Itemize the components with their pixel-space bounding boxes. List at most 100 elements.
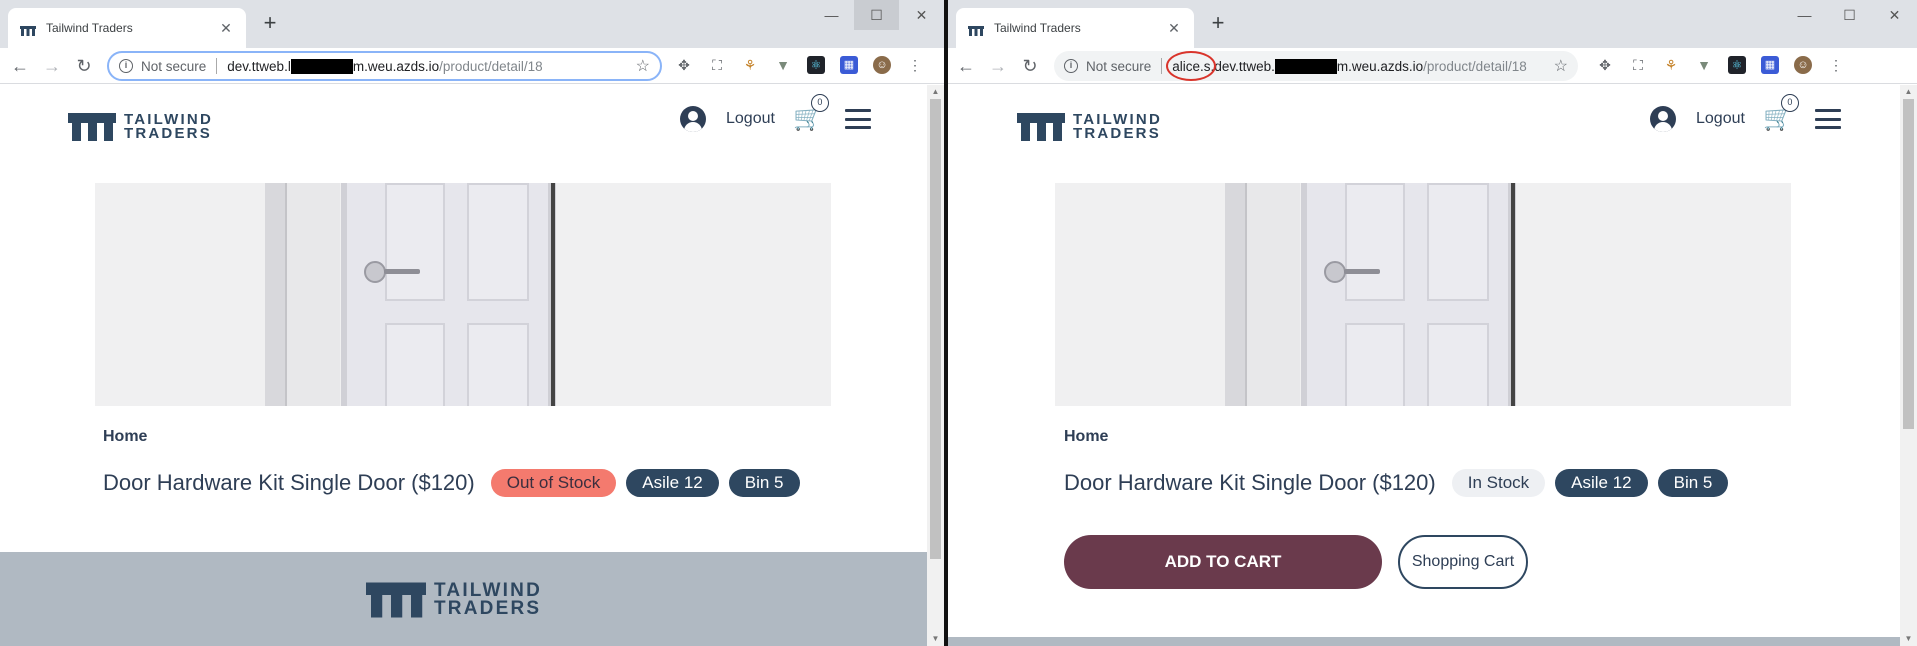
reload-button[interactable]: ↻ (72, 54, 96, 78)
user-avatar-icon[interactable] (680, 106, 706, 132)
forward-button[interactable]: → (40, 54, 64, 78)
grid-extension-icon[interactable]: ▦ (1761, 56, 1779, 74)
logout-link[interactable]: Logout (726, 110, 775, 128)
back-button[interactable]: ← (8, 54, 32, 78)
maximize-button[interactable]: ☐ (854, 0, 899, 30)
close-window-button[interactable]: ✕ (1872, 0, 1917, 30)
menu-kebab-icon[interactable]: ⋮ (906, 56, 924, 74)
logout-link[interactable]: Logout (1696, 110, 1745, 128)
logo-mark-icon (68, 113, 116, 141)
address-bar[interactable]: i Not secure dev.ttweb.l m.weu.azds.io /… (107, 51, 662, 81)
bin-badge: Bin 5 (728, 469, 800, 497)
door-knob-icon (364, 261, 386, 283)
tailwind-logo[interactable]: TAILWIND TRADERS (68, 112, 213, 141)
logo-mark-icon (1017, 113, 1065, 141)
bookmark-star-icon[interactable]: ☆ (1554, 56, 1568, 76)
profile-avatar-icon[interactable]: ☺ (873, 56, 891, 74)
tailwind-favicon-icon (20, 23, 36, 36)
breadcrumb-home[interactable]: Home (1064, 428, 1108, 446)
address-bar[interactable]: i Not secure alice.s. dev.ttweb. m.weu.a… (1054, 51, 1578, 81)
reload-button[interactable]: ↻ (1018, 54, 1042, 78)
stock-status-badge: Out of Stock (490, 469, 617, 497)
browser-toolbar: ← → ↻ i Not secure dev.ttweb.l m.weu.azd… (0, 48, 944, 84)
extensions-bar: ✥ ⛶ ⚘ ▼ ⚛ ▦ ☺ ⋮ (675, 56, 924, 74)
product-info-row: Door Hardware Kit Single Door ($120) In … (1064, 469, 1729, 497)
vue-devtools-icon[interactable]: ▼ (774, 56, 792, 74)
new-tab-button[interactable]: + (1206, 12, 1230, 36)
cart-icon[interactable]: 🛒 0 (793, 94, 829, 132)
url-path: /product/detail/18 (439, 58, 543, 74)
scroll-up-icon[interactable]: ▲ (1900, 85, 1917, 99)
minimize-button[interactable]: — (809, 0, 854, 30)
tab-title: Tailwind Traders (994, 21, 1081, 35)
browser-tab[interactable]: Tailwind Traders ✕ (8, 8, 246, 48)
not-secure-label: Not secure (1086, 58, 1152, 74)
add-to-cart-button[interactable]: ADD TO CART (1064, 535, 1382, 589)
logo-wordmark: TAILWIND TRADERS (1073, 111, 1162, 142)
back-button[interactable]: ← (954, 54, 978, 78)
basket-extension-icon[interactable]: ⚘ (741, 56, 759, 74)
browser-toolbar: ← → ↻ i Not secure alice.s. dev.ttweb. m… (948, 48, 1917, 84)
tab-close-icon[interactable]: ✕ (218, 20, 234, 37)
window-controls: — ☐ ✕ (1782, 0, 1917, 30)
user-avatar-icon[interactable] (1650, 106, 1676, 132)
product-info-row: Door Hardware Kit Single Door ($120) Out… (103, 469, 800, 497)
basket-extension-icon[interactable]: ⚘ (1662, 56, 1680, 74)
bookmark-star-icon[interactable]: ☆ (636, 56, 650, 76)
maximize-button[interactable]: ☐ (1827, 0, 1872, 30)
scroll-thumb[interactable] (1903, 99, 1914, 429)
separator (216, 58, 218, 74)
cart-icon[interactable]: 🛒 0 (1763, 94, 1799, 132)
move-icon[interactable]: ✥ (675, 56, 693, 74)
scroll-thumb[interactable] (930, 99, 941, 559)
vertical-scrollbar[interactable]: ▲ ▼ (927, 85, 944, 646)
vertical-scrollbar[interactable]: ▲ ▼ (1900, 85, 1917, 646)
url-host-end: m.weu.azds.io (352, 58, 440, 74)
react-devtools-icon[interactable]: ⚛ (1728, 56, 1746, 74)
footer-logo[interactable]: TAILWIND TRADERS (366, 580, 543, 619)
screenshot-icon[interactable]: ⛶ (708, 56, 726, 74)
not-secure-label: Not secure (141, 58, 207, 74)
scroll-down-icon[interactable]: ▼ (927, 632, 944, 646)
menu-kebab-icon[interactable]: ⋮ (1827, 56, 1845, 74)
forward-button[interactable]: → (986, 54, 1010, 78)
move-icon[interactable]: ✥ (1596, 56, 1614, 74)
user-bar: Logout 🛒 0 (680, 94, 871, 132)
hamburger-menu-icon[interactable] (844, 109, 871, 129)
extensions-bar: ✥ ⛶ ⚘ ▼ ⚛ ▦ ☺ ⋮ (1596, 56, 1845, 74)
profile-avatar-icon[interactable]: ☺ (1794, 56, 1812, 74)
info-icon[interactable]: i (119, 59, 133, 73)
tailwind-favicon-icon (968, 23, 984, 36)
tab-close-icon[interactable]: ✕ (1166, 20, 1182, 37)
cart-count-badge: 0 (810, 94, 829, 112)
vue-devtools-icon[interactable]: ▼ (1695, 56, 1713, 74)
scroll-up-icon[interactable]: ▲ (927, 85, 944, 99)
breadcrumb-home[interactable]: Home (103, 428, 147, 446)
door-image (1301, 183, 1516, 406)
aisle-badge: Asile 12 (1555, 469, 1648, 497)
redacted-block (290, 58, 353, 74)
minimize-button[interactable]: — (1782, 0, 1827, 30)
tailwind-logo[interactable]: TAILWIND TRADERS (1017, 111, 1162, 142)
user-bar: Logout 🛒 0 (1650, 94, 1841, 132)
browser-tab[interactable]: Tailwind Traders ✕ (956, 8, 1194, 48)
url-host-start: dev.ttweb. (1214, 58, 1275, 74)
browser-window-right: Tailwind Traders ✕ + — ☐ ✕ ← → ↻ i Not s… (948, 0, 1917, 646)
footer-logo-mark-icon (366, 582, 426, 618)
footer-logo-wordmark: TAILWIND TRADERS (434, 580, 543, 619)
hamburger-menu-icon[interactable] (1814, 109, 1841, 129)
scroll-down-icon[interactable]: ▼ (1900, 632, 1917, 646)
tab-title: Tailwind Traders (46, 21, 133, 35)
page-footer (948, 637, 1917, 646)
tab-strip: Tailwind Traders ✕ + — ☐ ✕ (948, 0, 1917, 48)
screenshot-icon[interactable]: ⛶ (1629, 56, 1647, 74)
react-devtools-icon[interactable]: ⚛ (807, 56, 825, 74)
url-host-start: dev.ttweb.l (227, 58, 291, 74)
aisle-badge: Asile 12 (626, 469, 719, 497)
close-window-button[interactable]: ✕ (899, 0, 944, 30)
separator (1161, 58, 1163, 74)
grid-extension-icon[interactable]: ▦ (840, 56, 858, 74)
new-tab-button[interactable]: + (258, 12, 282, 36)
shopping-cart-button[interactable]: Shopping Cart (1398, 535, 1528, 589)
info-icon[interactable]: i (1064, 59, 1078, 73)
